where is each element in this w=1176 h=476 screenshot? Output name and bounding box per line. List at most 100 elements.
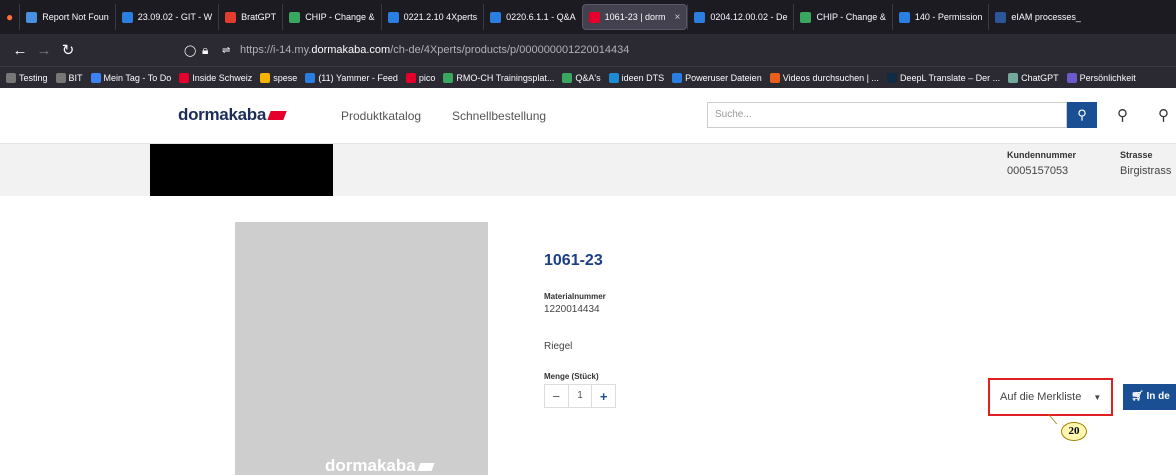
quantity-input[interactable]: 1 xyxy=(567,385,593,407)
bookmark-item[interactable]: ChatGPT xyxy=(1008,72,1059,83)
tab-favicon-icon xyxy=(588,11,600,23)
tab-favicon-icon xyxy=(490,11,502,23)
shield-icon[interactable]: ◯ xyxy=(184,44,196,57)
bookmark-icon xyxy=(886,72,897,83)
tab-favicon-icon xyxy=(387,11,399,23)
back-icon[interactable]: ← xyxy=(8,42,32,59)
dormakaba-logo[interactable]: dormakaba xyxy=(178,105,287,125)
bookmark-item[interactable]: RMO-CH Trainingsplat... xyxy=(443,72,555,83)
tab-label: 0220.6.1.1 - Q&A xyxy=(506,12,576,22)
browser-tab-bar: ● Report Not Foun 23.09.02 - GIT - W BratG… xyxy=(0,0,1176,34)
url-domain: dormakaba.com xyxy=(311,44,391,56)
annotation-step-badge: 20 xyxy=(1061,422,1087,441)
bookmark-label: (11) Yammer - Feed xyxy=(318,72,398,83)
search-icon[interactable]: ⚲ xyxy=(1067,102,1097,128)
browser-tab[interactable]: 0220.6.1.1 - Q&A xyxy=(483,4,582,30)
bookmark-icon xyxy=(608,72,619,83)
browser-tab[interactable]: BratGPT xyxy=(218,4,282,30)
bookmark-icon xyxy=(562,72,573,83)
cart-icon: 🛒︎ xyxy=(1131,391,1144,402)
bookmark-item[interactable]: Inside Schweiz xyxy=(179,72,252,83)
bookmark-label: Mein Tag - To Do xyxy=(103,72,172,83)
bookmarks-bar: Testing BIT Mein Tag - To Do Inside Schweiz… xyxy=(0,66,1176,88)
quantity-label: Menge (Stück) xyxy=(544,372,599,381)
bookmark-item[interactable]: ideen DTS xyxy=(608,72,665,83)
browser-tab[interactable]: CHIP - Change & xyxy=(793,4,891,30)
bookmark-item[interactable]: Testing xyxy=(6,72,48,83)
bookmark-icon xyxy=(6,72,16,83)
tab-label: BratGPT xyxy=(241,12,277,22)
browser-tab[interactable]: 140 - Permission xyxy=(891,4,989,30)
url-path: /ch-de/4Xperts/products/p/00000000122001… xyxy=(390,44,630,56)
bookmark-item[interactable]: Q&A's xyxy=(562,72,601,83)
material-number-value: 1220014434 xyxy=(544,304,600,315)
bookmark-icon xyxy=(179,72,190,83)
bookmark-icon xyxy=(672,72,683,83)
pin-icon[interactable]: ⚲ xyxy=(1117,106,1128,124)
browser-tab[interactable]: 1061-23 | dorm × xyxy=(581,4,688,30)
street-label: Strasse xyxy=(1120,150,1153,160)
bookmark-icon xyxy=(1008,72,1019,83)
browser-tab[interactable]: 0204.12.00.02 - De xyxy=(687,4,793,30)
browser-tab[interactable]: 23.09.02 - GIT - W xyxy=(114,4,218,30)
decrease-button[interactable]: − xyxy=(545,389,568,404)
bookmark-item[interactable]: DeepL Translate – Der ... xyxy=(886,72,1000,83)
tab-favicon-icon xyxy=(995,11,1007,23)
bookmark-icon xyxy=(90,72,101,83)
bookmark-label: Testing xyxy=(19,72,48,83)
bookmark-label: Poweruser Dateien xyxy=(685,72,762,83)
tab-label: Report Not Foun xyxy=(42,12,109,22)
bookmark-item[interactable]: pico xyxy=(405,72,436,83)
bookmark-item[interactable]: Persönlichkeit xyxy=(1066,72,1136,83)
product-title: 1061-23 xyxy=(544,252,603,269)
bookmark-icon xyxy=(405,72,416,83)
quantity-stepper: − 1 + xyxy=(544,384,616,408)
tab-label: 0221.2.10 4Xperts xyxy=(403,12,478,22)
browser-tab[interactable]: 0221.2.10 4Xperts xyxy=(380,4,484,30)
browser-tab[interactable]: CHIP - Change & xyxy=(282,4,380,30)
tab-label: 140 - Permission xyxy=(914,12,983,22)
customer-bar: Kundennummer 0005157053 Strasse Birgistr… xyxy=(0,144,1176,196)
add-to-cart-button[interactable]: 🛒︎ In de xyxy=(1123,384,1176,410)
cart-button-label: In de xyxy=(1146,391,1170,402)
material-number-label: Materialnummer xyxy=(544,292,606,301)
image-logo-text: dormakaba xyxy=(325,456,416,475)
bookmark-label: RMO-CH Trainingsplat... xyxy=(456,72,555,83)
bookmark-item[interactable]: Mein Tag - To Do xyxy=(90,72,172,83)
tab-label: 23.09.02 - GIT - W xyxy=(137,12,213,22)
bookmark-item[interactable]: (11) Yammer - Feed xyxy=(305,72,398,83)
customer-number-value: 0005157053 xyxy=(1007,165,1069,177)
bookmark-item[interactable]: spese xyxy=(260,72,298,83)
nav-produktkatalog[interactable]: Produktkatalog xyxy=(341,109,421,123)
browser-tab[interactable]: eIAM processes_ xyxy=(988,4,1087,30)
forward-icon[interactable]: → xyxy=(32,42,56,59)
site-header: dormakaba Produktkatalog Schnellbestellu… xyxy=(0,88,1176,144)
bookmark-label: ideen DTS xyxy=(621,72,665,83)
permissions-icon[interactable]: ⇌ xyxy=(222,45,230,56)
customer-number-label: Kundennummer xyxy=(1007,150,1077,160)
bookmark-label: spese xyxy=(273,72,298,83)
search-input[interactable]: Suche... xyxy=(707,102,1067,128)
tab-label: eIAM processes_ xyxy=(1011,12,1081,22)
bookmark-label: Videos durchsuchen | ... xyxy=(782,72,879,83)
increase-button[interactable]: + xyxy=(592,389,615,404)
lock-icon[interactable]: 🔒︎ xyxy=(202,43,208,58)
street-value: Birgistrass xyxy=(1120,165,1172,177)
bookmark-item[interactable]: Videos durchsuchen | ... xyxy=(769,72,879,83)
bookmark-icon xyxy=(1066,72,1077,83)
tab-label: CHIP - Change & xyxy=(816,12,886,22)
browser-tab[interactable]: Report Not Foun xyxy=(19,4,115,30)
bookmark-label: pico xyxy=(418,72,436,83)
tab-favicon-icon xyxy=(225,11,237,23)
user-icon[interactable]: ⚲ xyxy=(1158,106,1169,124)
logo-text: dormakaba xyxy=(178,105,267,124)
address-bar[interactable]: https://i-14.my.dormakaba.com/ch-de/4Xpe… xyxy=(240,44,629,56)
bookmark-item[interactable]: Poweruser Dateien xyxy=(672,72,762,83)
nav-schnellbestellung[interactable]: Schnellbestellung xyxy=(452,109,546,123)
tab-favicon-icon xyxy=(898,11,910,23)
reload-icon[interactable]: ↻ xyxy=(56,41,80,59)
firefox-menu-icon[interactable]: ● xyxy=(0,4,19,30)
close-tab-icon[interactable]: × xyxy=(675,12,681,23)
bookmark-item[interactable]: BIT xyxy=(55,72,83,83)
tab-favicon-icon xyxy=(121,11,133,23)
